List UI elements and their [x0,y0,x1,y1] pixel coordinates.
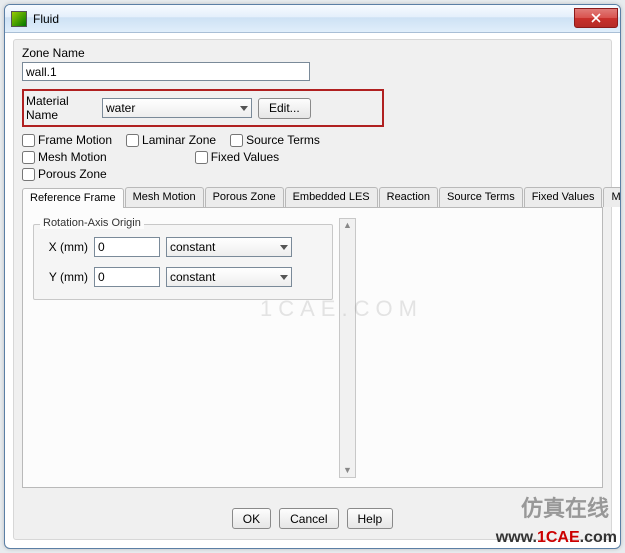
tab-fixed-values[interactable]: Fixed Values [524,187,603,207]
mesh-motion-check[interactable]: Mesh Motion [22,150,107,164]
fluid-dialog: Fluid Zone Name Material Name water Edit… [4,4,621,549]
x-type-select[interactable]: constant [166,237,292,257]
material-name-select[interactable]: water [102,98,252,118]
fixed-values-box[interactable] [195,151,208,164]
porous-zone-box[interactable] [22,168,35,181]
titlebar: Fluid [5,5,620,33]
tab-mesh-motion[interactable]: Mesh Motion [125,187,204,207]
cancel-button[interactable]: Cancel [279,508,338,529]
app-icon [11,11,27,27]
edit-material-button[interactable]: Edit... [258,98,311,119]
material-name-label: Material Name [24,94,102,122]
tab-reference-frame[interactable]: Reference Frame [22,188,124,208]
porous-zone-check[interactable]: Porous Zone [22,167,107,181]
help-button[interactable]: Help [347,508,394,529]
fixed-values-check[interactable]: Fixed Values [195,150,279,164]
y-label: Y (mm) [42,270,88,284]
material-name-value: water [106,101,135,115]
ok-button[interactable]: OK [232,508,271,529]
reference-frame-pane: Rotation-Axis Origin X (mm) constant Y (… [33,218,333,477]
scroll-up-icon: ▲ [343,221,352,230]
vertical-scrollbar[interactable]: ▲ ▼ [339,218,356,478]
material-name-row: Material Name water Edit... [22,89,384,127]
tab-multiphase[interactable]: Multiphase [603,187,621,207]
scroll-down-icon: ▼ [343,466,352,475]
close-button[interactable] [574,8,618,28]
zone-name-input[interactable] [22,62,310,81]
y-type-select[interactable]: constant [166,267,292,287]
zone-name-label: Zone Name [22,46,603,60]
window-title: Fluid [33,12,574,26]
frame-motion-box[interactable] [22,134,35,147]
tab-reaction[interactable]: Reaction [379,187,438,207]
frame-motion-check[interactable]: Frame Motion [22,133,112,147]
chevron-down-icon [280,275,288,280]
laminar-zone-check[interactable]: Laminar Zone [126,133,216,147]
tab-bar: Reference Frame Mesh Motion Porous Zone … [22,187,603,208]
tab-content: Rotation-Axis Origin X (mm) constant Y (… [22,208,603,488]
watermark-url: www.1CAE.com [496,529,617,547]
y-input[interactable] [94,267,160,287]
chevron-down-icon [280,245,288,250]
source-terms-check[interactable]: Source Terms [230,133,320,147]
y-type-value: constant [170,270,215,284]
options-checks: Frame Motion Laminar Zone Source Terms M… [22,133,603,181]
mesh-motion-box[interactable] [22,151,35,164]
tab-source-terms[interactable]: Source Terms [439,187,523,207]
watermark-cn: 仿真在线 [521,491,609,523]
tab-porous-zone[interactable]: Porous Zone [205,187,284,207]
x-input[interactable] [94,237,160,257]
source-terms-box[interactable] [230,134,243,147]
watermark-center: 1CAE.COM [260,296,423,322]
laminar-zone-box[interactable] [126,134,139,147]
x-label: X (mm) [42,240,88,254]
client-area: Zone Name Material Name water Edit... Fr… [13,39,612,540]
tab-embedded-les[interactable]: Embedded LES [285,187,378,207]
rotation-axis-origin-legend: Rotation-Axis Origin [40,217,144,229]
close-icon [591,13,601,23]
chevron-down-icon [240,106,248,111]
x-type-value: constant [170,240,215,254]
rotation-axis-origin-group: Rotation-Axis Origin X (mm) constant Y (… [33,224,333,300]
